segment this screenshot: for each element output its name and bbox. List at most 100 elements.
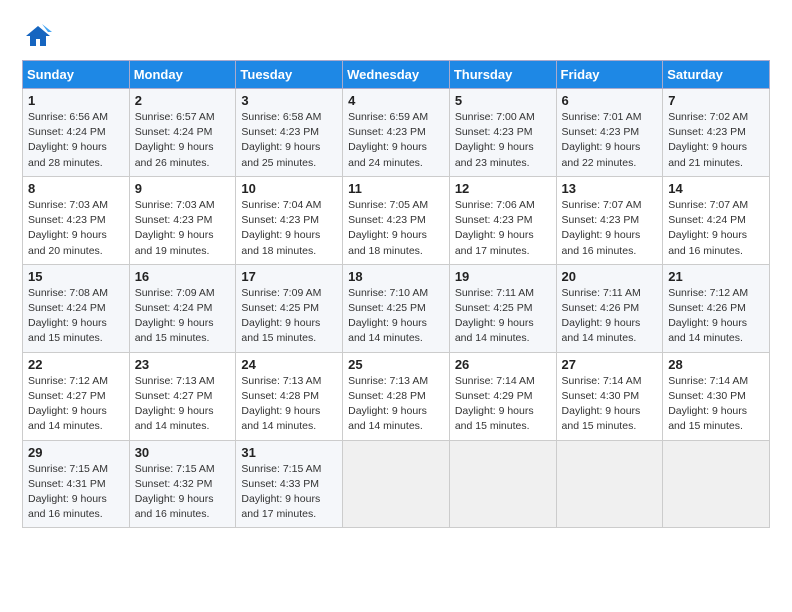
day-number: 12 <box>455 181 551 196</box>
col-header-tuesday: Tuesday <box>236 61 343 89</box>
day-number: 14 <box>668 181 764 196</box>
calendar-cell: 18Sunrise: 7:10 AMSunset: 4:25 PMDayligh… <box>343 264 450 352</box>
calendar-week-row: 8 Sunrise: 7:03 AMSunset: 4:23 PMDaylight… <box>23 176 770 264</box>
day-detail: Sunrise: 7:13 AMSunset: 4:28 PMDaylight:… <box>241 374 337 435</box>
day-number: 16 <box>135 269 231 284</box>
calendar-cell: 26 Sunrise: 7:14 AMSunset: 4:29 PMDayligh… <box>449 352 556 440</box>
calendar-cell: 8 Sunrise: 7:03 AMSunset: 4:23 PMDaylight… <box>23 176 130 264</box>
day-number: 11 <box>348 181 444 196</box>
calendar-cell: 20 Sunrise: 7:11 AMSunset: 4:26 PMDayligh… <box>556 264 663 352</box>
col-header-wednesday: Wednesday <box>343 61 450 89</box>
col-header-thursday: Thursday <box>449 61 556 89</box>
calendar-cell: 6 Sunrise: 7:01 AMSunset: 4:23 PMDaylight… <box>556 89 663 177</box>
col-header-sunday: Sunday <box>23 61 130 89</box>
day-detail: Sunrise: 6:57 AMSunset: 4:24 PMDaylight:… <box>135 110 231 171</box>
calendar-week-row: 1 Sunrise: 6:56 AMSunset: 4:24 PMDaylight… <box>23 89 770 177</box>
day-detail: Sunrise: 7:04 AMSunset: 4:23 PMDaylight:… <box>241 198 337 259</box>
day-number: 6 <box>562 93 658 108</box>
day-detail: Sunrise: 7:12 AMSunset: 4:26 PMDaylight:… <box>668 286 764 347</box>
day-detail: Sunrise: 7:07 AMSunset: 4:24 PMDaylight:… <box>668 198 764 259</box>
day-detail: Sunrise: 7:13 AMSunset: 4:27 PMDaylight:… <box>135 374 231 435</box>
col-header-monday: Monday <box>129 61 236 89</box>
calendar-cell: 22 Sunrise: 7:12 AMSunset: 4:27 PMDayligh… <box>23 352 130 440</box>
day-detail: Sunrise: 6:59 AMSunset: 4:23 PMDaylight:… <box>348 110 444 171</box>
day-detail: Sunrise: 7:03 AMSunset: 4:23 PMDaylight:… <box>135 198 231 259</box>
day-detail: Sunrise: 7:15 AMSunset: 4:33 PMDaylight:… <box>241 462 337 523</box>
calendar-week-row: 29Sunrise: 7:15 AMSunset: 4:31 PMDayligh… <box>23 440 770 528</box>
day-number: 19 <box>455 269 551 284</box>
calendar-cell: 4 Sunrise: 6:59 AMSunset: 4:23 PMDaylight… <box>343 89 450 177</box>
calendar-cell <box>556 440 663 528</box>
day-detail: Sunrise: 7:14 AMSunset: 4:30 PMDaylight:… <box>668 374 764 435</box>
calendar-cell: 25 Sunrise: 7:13 AMSunset: 4:28 PMDayligh… <box>343 352 450 440</box>
col-header-saturday: Saturday <box>663 61 770 89</box>
day-number: 22 <box>28 357 124 372</box>
logo <box>22 22 52 50</box>
day-number: 20 <box>562 269 658 284</box>
calendar-cell: 16 Sunrise: 7:09 AMSunset: 4:24 PMDayligh… <box>129 264 236 352</box>
day-number: 17 <box>241 269 337 284</box>
day-number: 13 <box>562 181 658 196</box>
day-detail: Sunrise: 7:11 AMSunset: 4:25 PMDaylight:… <box>455 286 551 347</box>
day-detail: Sunrise: 6:56 AMSunset: 4:24 PMDaylight:… <box>28 110 124 171</box>
day-number: 2 <box>135 93 231 108</box>
calendar-cell: 23 Sunrise: 7:13 AMSunset: 4:27 PMDayligh… <box>129 352 236 440</box>
day-number: 15 <box>28 269 124 284</box>
day-detail: Sunrise: 7:12 AMSunset: 4:27 PMDaylight:… <box>28 374 124 435</box>
day-number: 31 <box>241 445 337 460</box>
day-detail: Sunrise: 7:09 AMSunset: 4:25 PMDaylight:… <box>241 286 337 347</box>
calendar-cell: 5 Sunrise: 7:00 AMSunset: 4:23 PMDaylight… <box>449 89 556 177</box>
calendar-cell: 13Sunrise: 7:07 AMSunset: 4:23 PMDayligh… <box>556 176 663 264</box>
day-number: 27 <box>562 357 658 372</box>
day-detail: Sunrise: 7:05 AMSunset: 4:23 PMDaylight:… <box>348 198 444 259</box>
calendar-cell: 12 Sunrise: 7:06 AMSunset: 4:23 PMDayligh… <box>449 176 556 264</box>
day-detail: Sunrise: 7:14 AMSunset: 4:29 PMDaylight:… <box>455 374 551 435</box>
calendar-cell: 28 Sunrise: 7:14 AMSunset: 4:30 PMDayligh… <box>663 352 770 440</box>
calendar-cell: 15 Sunrise: 7:08 AMSunset: 4:24 PMDayligh… <box>23 264 130 352</box>
logo-icon <box>24 22 52 50</box>
calendar-cell: 2 Sunrise: 6:57 AMSunset: 4:24 PMDaylight… <box>129 89 236 177</box>
day-detail: Sunrise: 7:06 AMSunset: 4:23 PMDaylight:… <box>455 198 551 259</box>
day-detail: Sunrise: 7:09 AMSunset: 4:24 PMDaylight:… <box>135 286 231 347</box>
day-number: 1 <box>28 93 124 108</box>
day-number: 26 <box>455 357 551 372</box>
col-header-friday: Friday <box>556 61 663 89</box>
day-number: 10 <box>241 181 337 196</box>
day-number: 3 <box>241 93 337 108</box>
calendar-cell: 17 Sunrise: 7:09 AMSunset: 4:25 PMDayligh… <box>236 264 343 352</box>
calendar-cell <box>663 440 770 528</box>
day-detail: Sunrise: 7:13 AMSunset: 4:28 PMDaylight:… <box>348 374 444 435</box>
calendar-week-row: 22 Sunrise: 7:12 AMSunset: 4:27 PMDayligh… <box>23 352 770 440</box>
calendar-cell <box>449 440 556 528</box>
calendar-cell <box>343 440 450 528</box>
day-detail: Sunrise: 7:03 AMSunset: 4:23 PMDaylight:… <box>28 198 124 259</box>
calendar-cell: 14 Sunrise: 7:07 AMSunset: 4:24 PMDayligh… <box>663 176 770 264</box>
day-detail: Sunrise: 7:08 AMSunset: 4:24 PMDaylight:… <box>28 286 124 347</box>
page: SundayMondayTuesdayWednesdayThursdayFrid… <box>0 0 792 538</box>
calendar-cell: 29Sunrise: 7:15 AMSunset: 4:31 PMDayligh… <box>23 440 130 528</box>
day-detail: Sunrise: 7:14 AMSunset: 4:30 PMDaylight:… <box>562 374 658 435</box>
day-number: 9 <box>135 181 231 196</box>
day-number: 5 <box>455 93 551 108</box>
day-number: 4 <box>348 93 444 108</box>
day-detail: Sunrise: 7:11 AMSunset: 4:26 PMDaylight:… <box>562 286 658 347</box>
day-number: 8 <box>28 181 124 196</box>
day-number: 23 <box>135 357 231 372</box>
calendar-cell: 9 Sunrise: 7:03 AMSunset: 4:23 PMDaylight… <box>129 176 236 264</box>
calendar-cell: 1 Sunrise: 6:56 AMSunset: 4:24 PMDaylight… <box>23 89 130 177</box>
day-number: 28 <box>668 357 764 372</box>
calendar-cell: 30Sunrise: 7:15 AMSunset: 4:32 PMDayligh… <box>129 440 236 528</box>
calendar-week-row: 15 Sunrise: 7:08 AMSunset: 4:24 PMDayligh… <box>23 264 770 352</box>
day-number: 25 <box>348 357 444 372</box>
calendar-cell: 10 Sunrise: 7:04 AMSunset: 4:23 PMDayligh… <box>236 176 343 264</box>
day-detail: Sunrise: 7:15 AMSunset: 4:31 PMDaylight:… <box>28 462 124 523</box>
day-detail: Sunrise: 7:01 AMSunset: 4:23 PMDaylight:… <box>562 110 658 171</box>
day-number: 18 <box>348 269 444 284</box>
calendar-table: SundayMondayTuesdayWednesdayThursdayFrid… <box>22 60 770 528</box>
day-detail: Sunrise: 6:58 AMSunset: 4:23 PMDaylight:… <box>241 110 337 171</box>
calendar-cell: 19 Sunrise: 7:11 AMSunset: 4:25 PMDayligh… <box>449 264 556 352</box>
day-number: 21 <box>668 269 764 284</box>
day-detail: Sunrise: 7:00 AMSunset: 4:23 PMDaylight:… <box>455 110 551 171</box>
day-detail: Sunrise: 7:02 AMSunset: 4:23 PMDaylight:… <box>668 110 764 171</box>
calendar-cell: 3 Sunrise: 6:58 AMSunset: 4:23 PMDaylight… <box>236 89 343 177</box>
